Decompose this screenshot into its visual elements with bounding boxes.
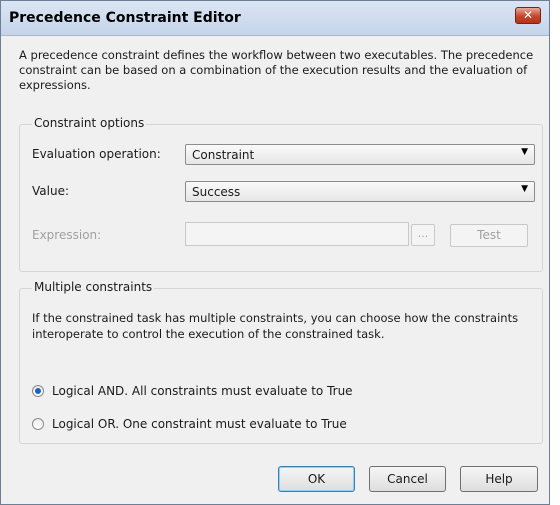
test-button[interactable]: Test [450,224,528,247]
expression-browse-button[interactable]: ... [411,224,435,246]
multiple-constraints-legend: Multiple constraints [32,280,155,294]
chevron-down-icon: ▼ [521,184,528,194]
expression-label: Expression: [32,228,102,242]
evaluation-operation-dropdown[interactable]: Constraint ▼ [185,144,535,165]
cancel-button[interactable]: Cancel [369,466,446,492]
value-dropdown[interactable]: Success ▼ [185,181,535,202]
multiple-constraints-group: Multiple constraints If the constrained … [19,280,543,444]
multiple-constraints-description: If the constrained task has multiple con… [32,311,519,341]
dialog-window: Precedence Constraint Editor ✕ A precede… [0,0,550,505]
logical-and-label: Logical AND. All constraints must evalua… [52,384,353,398]
logical-and-radio[interactable] [32,385,44,397]
close-icon[interactable]: ✕ [515,7,541,24]
dialog-description: A precedence constraint defines the work… [19,48,534,92]
dialog-title: Precedence Constraint Editor [9,10,241,26]
logical-or-label: Logical OR. One constraint must evaluate… [52,417,347,431]
value-dropdown-value: Success [192,185,241,199]
chevron-down-icon: ▼ [521,147,528,157]
logical-or-radio[interactable] [32,418,44,430]
constraint-options-group: Constraint options Evaluation operation:… [19,116,543,272]
evaluation-operation-label: Evaluation operation: [32,147,161,161]
evaluation-operation-value: Constraint [192,148,255,162]
constraint-options-legend: Constraint options [32,116,147,130]
expression-input[interactable] [185,222,409,246]
ok-button[interactable]: OK [278,466,355,492]
title-bar: Precedence Constraint Editor ✕ [1,1,549,36]
help-button[interactable]: Help [460,466,538,492]
value-label: Value: [32,184,69,198]
